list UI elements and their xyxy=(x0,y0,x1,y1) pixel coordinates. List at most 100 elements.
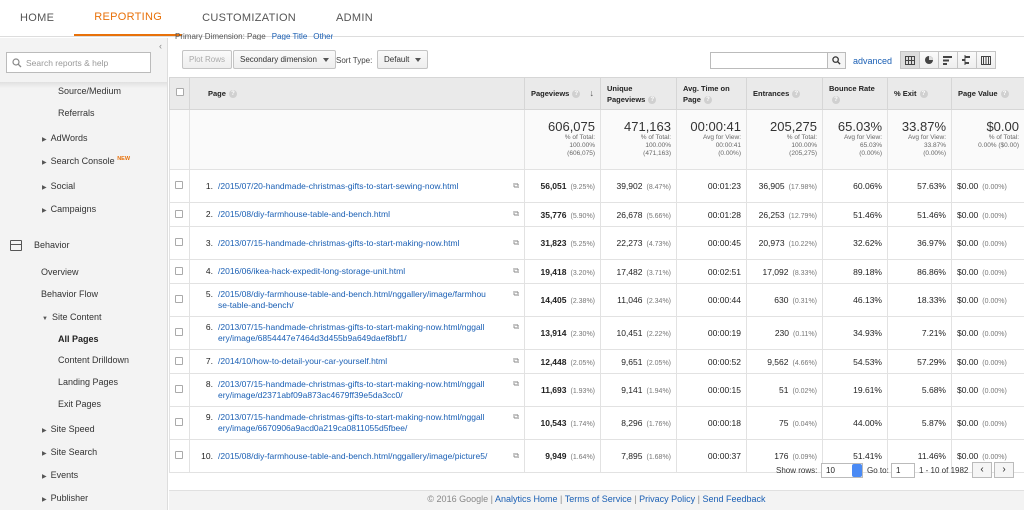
open-page-icon[interactable]: ⧉ xyxy=(513,209,519,219)
row-checkbox[interactable] xyxy=(175,385,183,393)
row-checkbox[interactable] xyxy=(175,181,183,189)
sidebar-item-site-search[interactable]: ▶ Site Search xyxy=(42,447,97,457)
table-filter-input[interactable] xyxy=(710,52,828,69)
open-page-icon[interactable]: ⧉ xyxy=(513,266,519,276)
open-page-icon[interactable]: ⧉ xyxy=(513,356,519,366)
tab-customization[interactable]: CUSTOMIZATION xyxy=(182,0,316,36)
help-icon[interactable]: ? xyxy=(832,95,840,104)
col-header-pageviews[interactable]: Pageviews ↓? xyxy=(524,77,601,110)
pie-view-icon[interactable] xyxy=(919,51,939,69)
goto-input[interactable]: 1 xyxy=(891,463,915,478)
terms-link[interactable]: Terms of Service xyxy=(565,494,632,504)
sort-type-dropdown[interactable]: Default xyxy=(377,50,429,69)
sidebar-item-behavior-flow[interactable]: Behavior Flow xyxy=(41,289,98,299)
performance-view-icon[interactable] xyxy=(938,51,958,69)
page-link[interactable]: /2013/07/15-handmade-christmas-gifts-to-… xyxy=(218,322,488,344)
table-view-icon[interactable] xyxy=(900,51,920,69)
plot-rows-button[interactable]: Plot Rows xyxy=(182,50,233,69)
row-number: 1. xyxy=(205,180,213,191)
sidebar-item-overview[interactable]: Overview xyxy=(41,267,79,277)
sidebar-item-adwords[interactable]: ▶ AdWords xyxy=(42,133,87,143)
sidebar-item-landing-pages[interactable]: Landing Pages xyxy=(58,377,118,387)
tab-admin[interactable]: ADMIN xyxy=(316,0,393,36)
col-header-bounce-rate[interactable]: Bounce Rate? xyxy=(822,77,888,110)
help-icon[interactable]: ? xyxy=(648,95,657,104)
sidebar-item-label: Publisher xyxy=(50,493,89,503)
sidebar-item-publisher[interactable]: ▶ Publisher xyxy=(42,493,88,503)
prev-page-button[interactable]: ‹ xyxy=(972,462,992,478)
sidebar-item-content-drilldown[interactable]: Content Drilldown xyxy=(58,355,129,365)
help-icon[interactable]: ? xyxy=(228,90,237,99)
advanced-filter-link[interactable]: advanced xyxy=(853,56,892,66)
sidebar-item-social[interactable]: ▶ Social xyxy=(42,181,75,191)
help-icon[interactable]: ? xyxy=(1000,90,1009,99)
open-page-icon[interactable]: ⧉ xyxy=(513,322,519,332)
row-select-cell xyxy=(169,169,190,203)
tab-home[interactable]: HOME xyxy=(0,0,74,36)
page-link[interactable]: /2015/08/diy-farmhouse-table-and-bench.h… xyxy=(218,289,488,311)
unique-value: 7,895 xyxy=(621,451,643,461)
col-header-exit[interactable]: % Exit? xyxy=(887,77,952,110)
col-header-label: Pageviews xyxy=(531,89,570,98)
dimension-other-link[interactable]: Other xyxy=(313,32,333,40)
privacy-link[interactable]: Privacy Policy xyxy=(639,494,695,504)
sidebar-item-referrals[interactable]: Referrals xyxy=(58,108,95,118)
page-link[interactable]: /2013/07/15-handmade-christmas-gifts-to-… xyxy=(218,412,488,434)
open-page-icon[interactable]: ⧉ xyxy=(513,289,519,299)
pageviews-value: 35,776 xyxy=(540,209,567,220)
page-link[interactable]: /2013/07/15-handmade-christmas-gifts-to-… xyxy=(218,238,459,249)
page-cell: 1. /2015/07/20-handmade-christmas-gifts-t… xyxy=(189,169,525,203)
open-page-icon[interactable]: ⧉ xyxy=(513,181,519,191)
comparison-view-icon[interactable] xyxy=(957,51,977,69)
next-page-button[interactable]: › xyxy=(994,462,1014,478)
row-checkbox[interactable] xyxy=(175,418,183,426)
col-header-avg-time[interactable]: Avg. Time on Page? xyxy=(676,77,747,110)
row-checkbox[interactable] xyxy=(175,266,183,275)
page-link[interactable]: /2016/06/ikea-hack-expedit-long-storage-… xyxy=(218,266,405,277)
help-icon[interactable]: ? xyxy=(703,95,712,104)
value-amount: $0.00 xyxy=(957,451,979,461)
sidebar-item-behavior[interactable]: Behavior xyxy=(34,240,70,250)
select-all-checkbox[interactable] xyxy=(176,88,184,96)
col-header-page-value[interactable]: Page Value? xyxy=(951,77,1024,110)
open-page-icon[interactable]: ⧉ xyxy=(513,238,519,248)
sidebar-item-campaigns[interactable]: ▶ Campaigns xyxy=(42,204,96,214)
sidebar-item-source-medium[interactable]: Source/Medium xyxy=(58,86,121,96)
table-filter-button[interactable] xyxy=(828,52,846,69)
open-page-icon[interactable]: ⧉ xyxy=(513,451,519,461)
search-reports-input[interactable]: Search reports & help xyxy=(6,52,151,73)
row-checkbox[interactable] xyxy=(175,295,183,303)
pivot-view-icon[interactable] xyxy=(976,51,996,69)
dimension-page-title-link[interactable]: Page Title xyxy=(272,32,308,40)
page-link[interactable]: /2015/08/diy-farmhouse-table-and-bench.h… xyxy=(218,451,487,462)
analytics-home-link[interactable]: Analytics Home xyxy=(495,494,558,504)
row-checkbox[interactable] xyxy=(175,328,183,336)
col-header-entrances[interactable]: Entrances? xyxy=(746,77,823,110)
help-icon[interactable]: ? xyxy=(792,90,801,99)
tab-reporting[interactable]: REPORTING xyxy=(74,0,183,36)
row-checkbox[interactable] xyxy=(175,451,183,459)
row-checkbox[interactable] xyxy=(175,356,183,365)
collapse-sidebar-icon[interactable]: ‹ xyxy=(159,41,162,51)
page-link[interactable]: /2014/10/how-to-detail-your-car-yourself… xyxy=(218,356,387,367)
secondary-dimension-dropdown[interactable]: Secondary dimension xyxy=(233,50,336,69)
page-link[interactable]: /2013/07/15-handmade-christmas-gifts-to-… xyxy=(218,379,488,401)
col-header-unique-pageviews[interactable]: Unique Pageviews? xyxy=(600,77,677,110)
sidebar-item-exit-pages[interactable]: Exit Pages xyxy=(58,399,101,409)
help-icon[interactable]: ? xyxy=(572,90,581,99)
page-link[interactable]: /2015/07/20-handmade-christmas-gifts-to-… xyxy=(218,181,458,192)
sidebar-item-search-console[interactable]: ▶ Search Console NEW xyxy=(42,156,130,166)
sidebar-item-events[interactable]: ▶ Events xyxy=(42,470,78,480)
row-checkbox[interactable] xyxy=(175,209,183,218)
page-link[interactable]: /2015/08/diy-farmhouse-table-and-bench.h… xyxy=(218,209,390,220)
help-icon[interactable]: ? xyxy=(919,90,928,99)
open-page-icon[interactable]: ⧉ xyxy=(513,379,519,389)
sidebar-item-site-content[interactable]: ▼ Site Content xyxy=(42,312,101,322)
send-feedback-link[interactable]: Send Feedback xyxy=(703,494,766,504)
sidebar-item-site-speed[interactable]: ▶ Site Speed xyxy=(42,424,95,434)
col-header-page[interactable]: Page? xyxy=(189,77,525,110)
sidebar-item-all-pages[interactable]: All Pages xyxy=(58,334,99,344)
row-checkbox[interactable] xyxy=(175,238,183,246)
open-page-icon[interactable]: ⧉ xyxy=(513,412,519,422)
show-rows-select[interactable]: 10 xyxy=(821,463,863,478)
